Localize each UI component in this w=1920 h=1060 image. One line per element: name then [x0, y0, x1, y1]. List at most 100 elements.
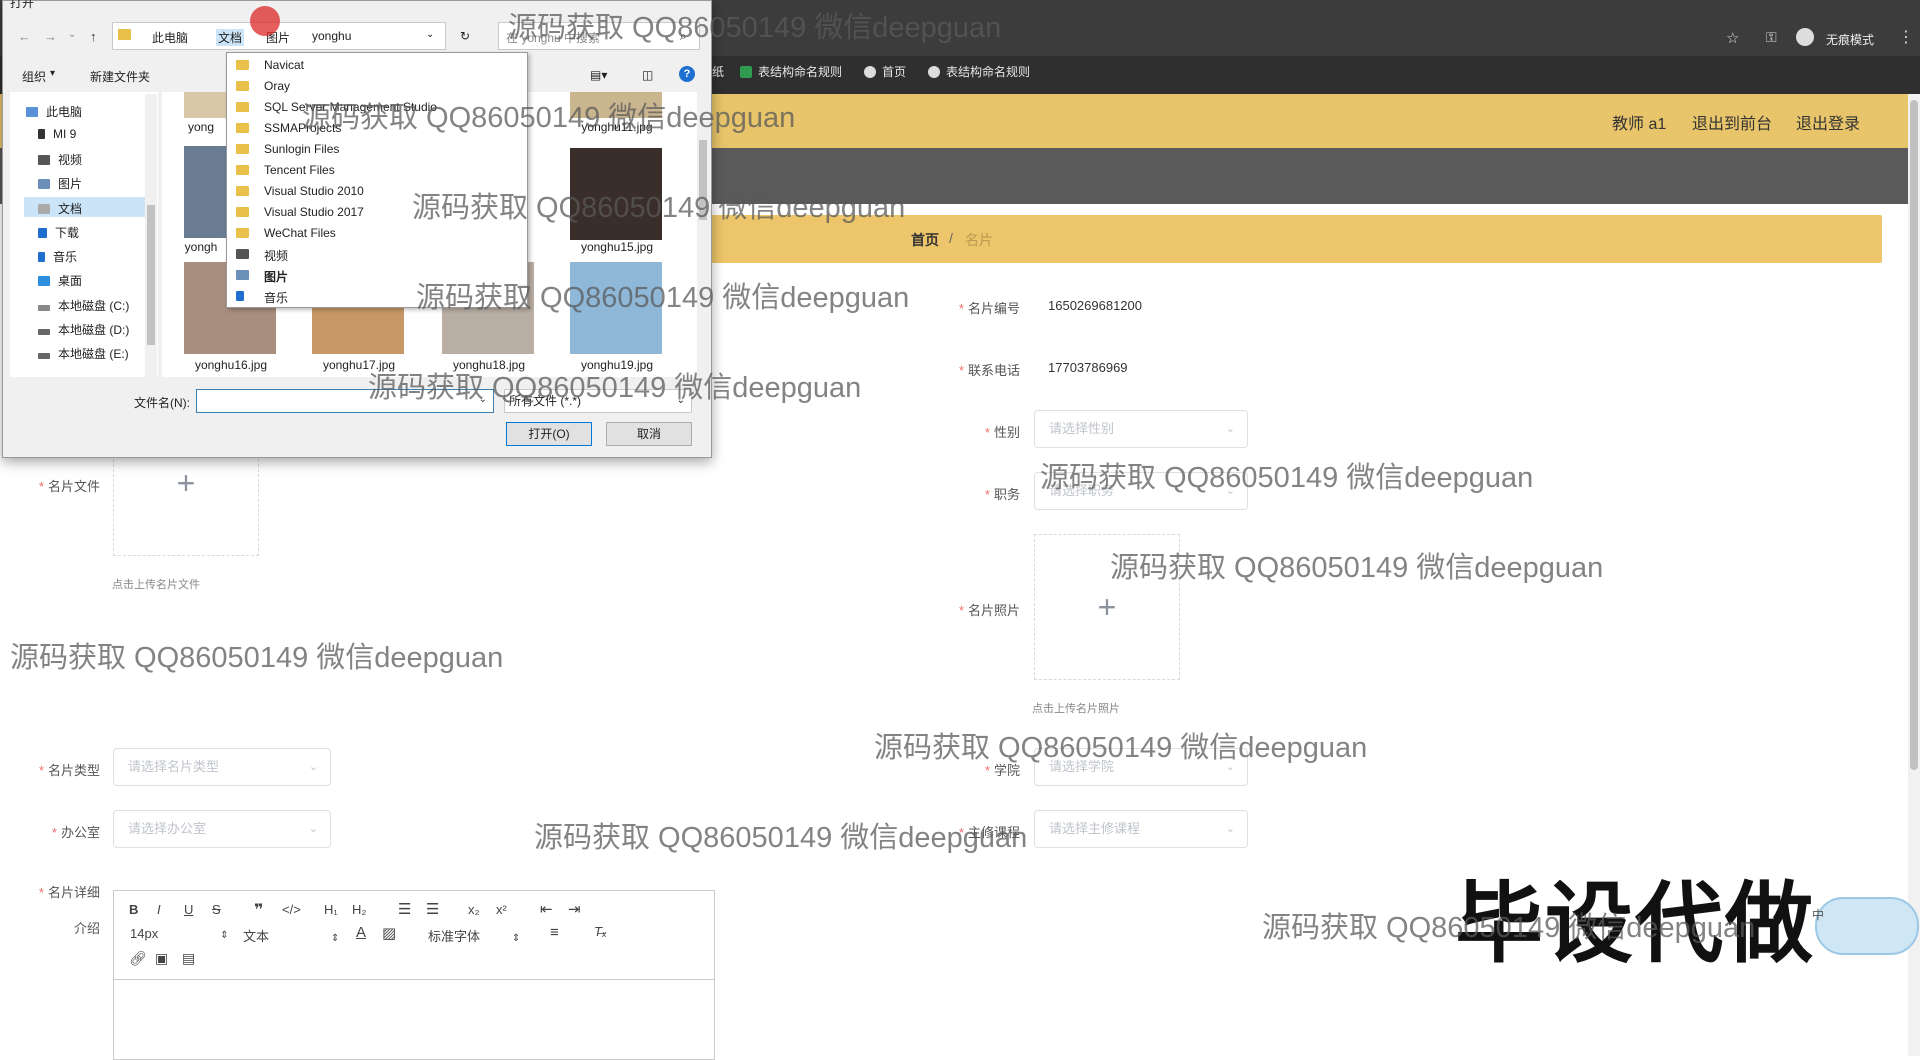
file-name[interactable]: yongh — [176, 240, 226, 254]
tree-item[interactable]: 音乐 — [38, 248, 77, 265]
back-front-link[interactable]: 退出到前台 — [1692, 110, 1772, 134]
h2-icon[interactable]: H₂ — [352, 902, 366, 917]
dropdown-item[interactable]: Tencent Files — [264, 163, 335, 177]
background-color-icon[interactable]: ▨ — [382, 924, 396, 942]
bookmark-item[interactable]: 首页 — [864, 63, 906, 80]
dropdown-item[interactable]: Navicat — [264, 58, 304, 72]
tree-item[interactable]: 本地磁盘 (C:) — [38, 297, 129, 314]
file-name[interactable]: yonghu16.jpg — [176, 358, 286, 372]
incognito-label[interactable]: 无痕模式 — [1826, 31, 1874, 48]
bookmark-item[interactable]: 纸 — [712, 63, 724, 80]
back-icon[interactable]: ← — [18, 29, 31, 44]
drive-icon — [38, 329, 50, 335]
quote-icon[interactable]: ❞ — [254, 900, 263, 920]
tree-item[interactable]: 视频 — [38, 151, 82, 168]
key-icon[interactable]: ⚿ — [1766, 29, 1777, 46]
image-icon[interactable]: ▣ — [155, 950, 168, 967]
superscript-icon[interactable]: x² — [496, 902, 507, 917]
link-icon[interactable]: 🔗︎ — [129, 950, 147, 967]
font-color-icon[interactable]: A — [356, 924, 366, 941]
up-icon[interactable]: ↑ — [90, 29, 97, 44]
indent-icon[interactable]: ⇥ — [568, 900, 581, 918]
address-segment[interactable]: yonghu — [312, 29, 351, 43]
bold-icon[interactable]: B — [129, 902, 138, 917]
address-segment[interactable]: 此电脑 — [152, 29, 188, 46]
dropdown-item[interactable]: 图片 — [264, 268, 288, 285]
watermark: 源码获取 QQ86050149 微信deepguan — [1040, 462, 1534, 494]
plus-icon: + — [1097, 588, 1117, 625]
refresh-icon[interactable]: ↻ — [460, 29, 470, 43]
star-icon[interactable]: ☆ — [1726, 29, 1739, 47]
tree-item[interactable]: 桌面 — [38, 272, 82, 289]
picture-folder-icon — [38, 179, 50, 189]
open-button[interactable]: 打开(O) — [506, 422, 592, 446]
tree-item[interactable]: 本地磁盘 (E:) — [38, 345, 129, 362]
new-folder-button[interactable]: 新建文件夹 — [90, 68, 150, 85]
logout-link[interactable]: 退出登录 — [1796, 110, 1860, 134]
tree-item[interactable]: 文档 — [38, 200, 82, 217]
download-icon — [38, 228, 47, 238]
breadcrumb-home[interactable]: 首页 — [911, 230, 939, 250]
dropdown-item[interactable]: WeChat Files — [264, 226, 336, 240]
dropdown-item[interactable]: Oray — [264, 79, 290, 93]
organize-menu[interactable]: 组织 — [22, 68, 46, 85]
bookmark-item[interactable]: 表结构命名规则 — [740, 63, 842, 80]
address-dropdown-icon[interactable]: ⌄ — [426, 29, 434, 40]
menu-icon[interactable]: ⋮ — [1898, 27, 1914, 47]
clear-format-icon[interactable]: T̶ₓ — [594, 924, 607, 939]
font-size-select[interactable]: 14px ⇕ — [130, 926, 229, 941]
phone-icon — [38, 129, 45, 139]
address-segment[interactable]: 文档 — [216, 29, 245, 46]
dropdown-item[interactable]: 音乐 — [264, 289, 288, 306]
tree-item[interactable]: MI 9 — [38, 127, 76, 141]
watermark: 源码获取 QQ86050149 微信deepguan — [1262, 912, 1756, 944]
file-name[interactable]: yonghu15.jpg — [562, 240, 672, 254]
gender-select[interactable]: 请选择性别 ⌄ — [1034, 410, 1248, 448]
folder-icon — [236, 186, 249, 196]
tree-item[interactable]: 本地磁盘 (D:) — [38, 321, 129, 338]
recent-icon[interactable]: ⌄ — [68, 29, 76, 40]
tree-item[interactable]: 此电脑 — [26, 103, 82, 120]
dropdown-item[interactable]: 视频 — [264, 247, 288, 264]
ordered-list-icon[interactable]: ☰ — [398, 900, 411, 918]
tree-scrollbar-thumb[interactable] — [147, 205, 155, 345]
italic-icon[interactable]: I — [157, 902, 161, 917]
preview-pane-icon[interactable]: ◫ — [642, 68, 653, 82]
folder-icon — [236, 144, 249, 154]
mascot-badge — [1815, 897, 1919, 955]
video-icon[interactable]: ▤ — [182, 950, 195, 967]
help-icon[interactable]: ? — [679, 66, 695, 82]
cancel-button[interactable]: 取消 — [606, 422, 692, 446]
file-name[interactable]: yong — [176, 120, 226, 134]
folder-icon — [236, 228, 249, 238]
office-select[interactable]: 请选择办公室 ⌄ — [113, 810, 331, 848]
tree-item[interactable]: 下载 — [38, 224, 79, 241]
phone-label: * 联系电话 — [958, 363, 1020, 378]
h1-icon[interactable]: H₁ — [324, 902, 338, 917]
subscript-icon[interactable]: x₂ — [468, 902, 480, 917]
underline-icon[interactable]: U — [184, 902, 193, 917]
type-label: * 名片类型 — [38, 763, 100, 778]
page-scrollbar-thumb[interactable] — [1910, 100, 1918, 770]
course-select[interactable]: 请选择主修课程 ⌄ — [1034, 810, 1248, 848]
watermark: 源码获取 QQ86050149 微信deepguan — [368, 372, 862, 404]
music-icon — [236, 291, 244, 301]
bookmark-item[interactable]: 表结构命名规则 — [928, 63, 1030, 80]
type-select[interactable]: 请选择名片类型 ⌄ — [113, 748, 331, 786]
tree-item[interactable]: 图片 — [38, 175, 82, 192]
bullet-list-icon[interactable]: ☰ — [426, 900, 439, 918]
dropdown-item[interactable]: Visual Studio 2017 — [264, 205, 364, 219]
picture-folder-icon — [236, 270, 249, 280]
forward-icon[interactable]: → — [44, 29, 57, 44]
dropdown-item[interactable]: Visual Studio 2010 — [264, 184, 364, 198]
dropdown-item[interactable]: Sunlogin Files — [264, 142, 339, 156]
text-style-select[interactable]: 文本 ⇕ — [243, 926, 339, 945]
watermark: 源码获取 QQ86050149 微信deepguan — [412, 192, 906, 224]
file-thumbnail[interactable] — [184, 146, 226, 238]
code-icon[interactable]: </> — [282, 902, 301, 917]
font-family-select[interactable]: 标准字体 ⇕ — [428, 926, 520, 945]
outdent-icon[interactable]: ⇤ — [540, 900, 553, 918]
align-icon[interactable]: ≡ — [550, 924, 559, 941]
strike-icon[interactable]: S — [212, 902, 221, 917]
view-icon[interactable]: ▤▾ — [590, 68, 607, 82]
